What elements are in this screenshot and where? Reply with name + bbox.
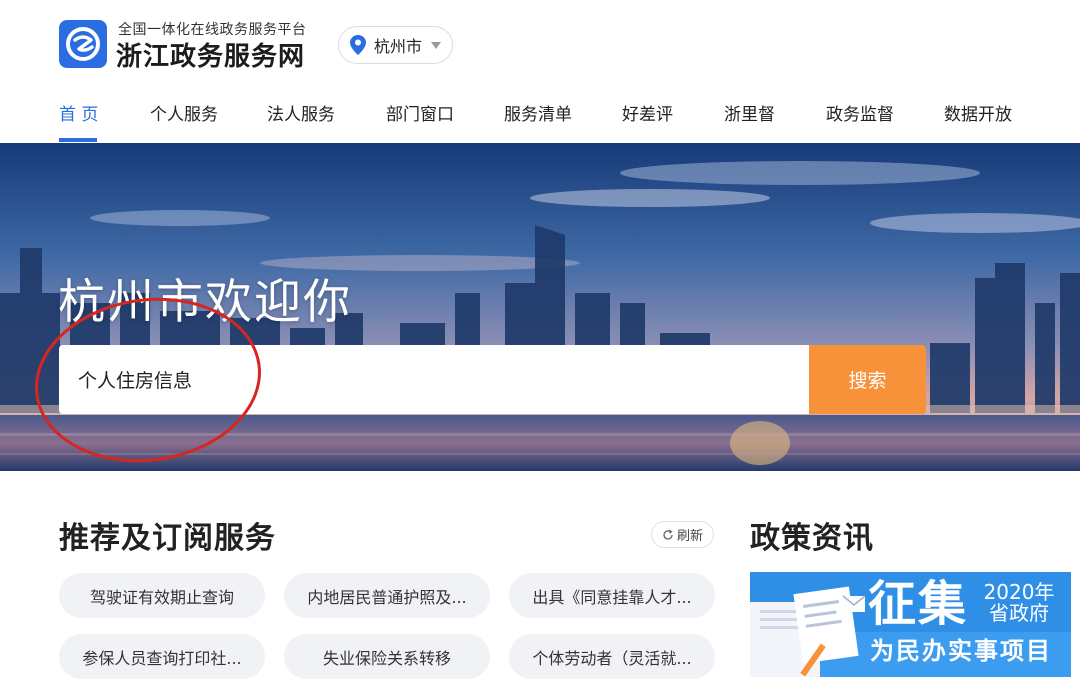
policy-promo-banner[interactable]: 征集 2020年 省政府 为民办实事项目 [750,572,1071,677]
service-chip[interactable]: 参保人员查询打印社... [59,634,265,679]
service-chip[interactable]: 出具《同意挂靠人才... [509,573,715,618]
search-input[interactable] [59,345,809,414]
nav-legal-service[interactable]: 法人服务 [267,100,335,125]
nav-personal-service[interactable]: 个人服务 [150,100,218,125]
recommend-section-title: 推荐及订阅服务 [59,521,276,556]
nav-department[interactable]: 部门窗口 [386,100,454,125]
site-logo[interactable] [59,20,107,68]
policy-banner-subtitle: 为民办实事项目 [870,637,1052,665]
site-title[interactable]: 浙江政务服务网 [116,36,305,73]
policy-banner-year-text: 2020年 [983,580,1055,604]
service-chip[interactable]: 内地居民普通护照及... [284,573,490,618]
nav-gov-supervision[interactable]: 政务监督 [826,100,894,125]
policy-banner-year: 2020年 省政府 [978,582,1060,624]
nav-active-indicator [59,138,97,142]
search-button[interactable]: 搜索 [809,345,926,414]
refresh-label: 刷新 [676,529,703,544]
policy-section-title: 政策资讯 [750,521,874,556]
nav-zheli-supervise[interactable]: 浙里督 [724,100,775,125]
nav-home[interactable]: 首 页 [59,100,98,125]
nav-service-list[interactable]: 服务清单 [504,100,572,125]
city-name: 杭州市 [374,37,423,56]
service-chip[interactable]: 失业保险关系转移 [284,634,490,679]
nav-open-data[interactable]: 数据开放 [944,100,1012,125]
chevron-down-icon [431,41,442,49]
policy-banner-headline: 征集 [868,576,969,632]
welcome-heading: 杭州市欢迎你 [58,275,352,330]
service-chip[interactable]: 个体劳动者（灵活就... [509,634,715,679]
location-pin-icon [350,35,366,55]
policy-banner-gov-text: 省政府 [989,601,1049,625]
refresh-icon [663,529,673,540]
logo-icon [66,27,100,61]
refresh-button[interactable]: 刷新 [651,521,714,548]
nav-rating[interactable]: 好差评 [622,100,673,125]
city-selector[interactable]: 杭州市 [338,26,453,64]
service-chip[interactable]: 驾驶证有效期止查询 [59,573,265,618]
